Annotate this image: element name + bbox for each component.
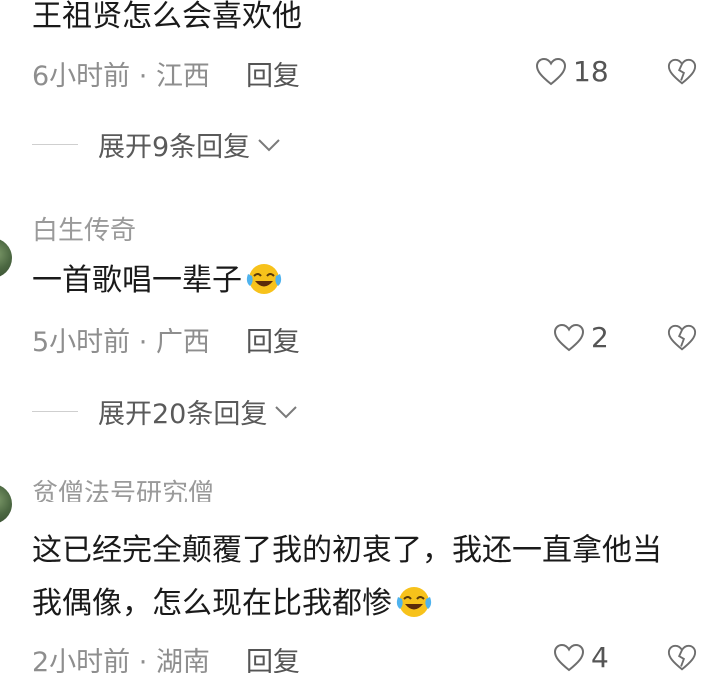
comment-text: 王祖贤怎么会喜欢他: [32, 0, 302, 34]
comment-text: 这已经完全颠覆了我的初衷了，我还一直拿他当我偶像，怎么现在比我都惨: [32, 533, 662, 621]
laughing-crying-emoji-icon: [246, 264, 282, 294]
like-button[interactable]: 18: [535, 55, 609, 88]
comment-content: 一首歌唱一辈子: [32, 256, 683, 306]
comment-text: 一首歌唱一辈子: [32, 263, 242, 298]
comment-content: 这已经完全颠覆了我的初衷了，我还一直拿他当我偶像，怎么现在比我都惨: [32, 524, 683, 634]
reply-button[interactable]: 回复: [246, 647, 300, 673]
expand-replies-button[interactable]: 展开9条回复: [32, 125, 282, 164]
reply-button[interactable]: 回复: [246, 327, 300, 358]
like-button[interactable]: 4: [553, 641, 609, 673]
comment-time: 5小时前: [32, 327, 131, 358]
meta-separator: ·: [130, 61, 156, 92]
comment-username[interactable]: 白生传奇: [32, 210, 136, 244]
expand-replies-label: 展开9条回复: [98, 132, 251, 163]
comment-time: 2小时前: [32, 647, 131, 673]
like-count: 4: [591, 641, 609, 673]
comment-username[interactable]: 贫僧法号研究僧: [32, 474, 214, 502]
comment-location: 湖南: [155, 647, 210, 673]
comment-time: 6小时前: [32, 61, 131, 92]
heart-outline-icon: [553, 643, 585, 671]
comment-location: 广西: [155, 327, 210, 358]
meta-separator: ·: [130, 647, 156, 673]
like-count: 2: [591, 321, 609, 354]
heart-outline-icon: [553, 323, 585, 351]
reply-button[interactable]: 回复: [246, 61, 300, 92]
laughing-crying-emoji-icon: [396, 587, 432, 617]
expand-replies-label: 展开20条回复: [98, 399, 268, 430]
divider-line: [32, 144, 78, 145]
like-count: 18: [573, 55, 609, 88]
avatar[interactable]: [0, 484, 12, 524]
avatar[interactable]: [0, 238, 12, 278]
comment-location: 江西: [155, 61, 210, 92]
divider-line: [32, 411, 78, 412]
chevron-down-icon: [258, 138, 280, 151]
comment-meta: 5小时前 · 广西 回复: [32, 320, 300, 359]
meta-separator: ·: [130, 327, 156, 358]
broken-heart-icon[interactable]: [667, 57, 697, 87]
broken-heart-icon[interactable]: [667, 323, 697, 353]
broken-heart-icon[interactable]: [667, 643, 697, 673]
comment-meta: 6小时前 · 江西 回复: [32, 54, 300, 93]
like-button[interactable]: 2: [553, 321, 609, 354]
comment-content: 王祖贤怎么会喜欢他: [32, 0, 683, 42]
heart-outline-icon: [535, 57, 567, 85]
expand-replies-button[interactable]: 展开20条回复: [32, 392, 299, 431]
comment-meta: 2小时前 · 湖南 回复: [32, 640, 300, 673]
chevron-down-icon: [275, 405, 298, 418]
